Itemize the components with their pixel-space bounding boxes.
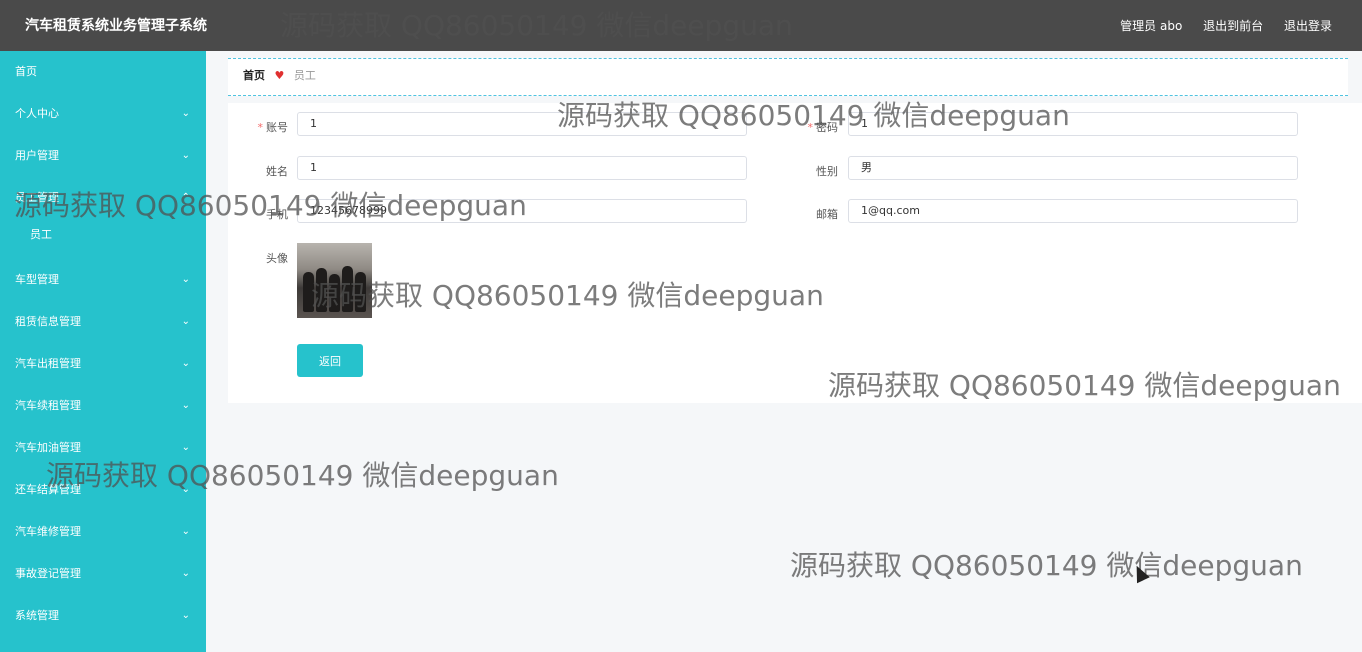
top-links: 管理员 abo 退出到前台 退出登录 [1103, 17, 1332, 34]
chevron-down-icon: ⌄ [181, 358, 190, 369]
sidebar-item-label: 汽车续租管理 [15, 399, 81, 412]
sidebar-item-user-management[interactable]: 用户管理 ⌄ [0, 135, 206, 177]
required-mark: * [807, 121, 814, 134]
sidebar-item-label: 个人中心 [15, 107, 59, 120]
sidebar-subitem-label: 员工 [30, 228, 52, 241]
name-label: 姓名 [266, 165, 288, 178]
watermark: 源码获取 QQ86050149 微信deepguan [790, 549, 1303, 582]
avatar-figure [329, 274, 340, 312]
sidebar-item-label: 汽车维修管理 [15, 525, 81, 538]
chevron-down-icon: ⌄ [181, 274, 190, 285]
logout-link[interactable]: 退出登录 [1284, 19, 1332, 33]
sidebar-item-label: 事故登记管理 [15, 567, 81, 580]
heart-icon: ♥ [274, 69, 285, 82]
breadcrumb-current: 员工 [293, 69, 316, 82]
chevron-down-icon: ⌄ [181, 610, 190, 621]
sidebar: 首页 个人中心 ⌄ 用户管理 ⌄ 员工管理 ⌃ 员工 车型管理 ⌄ 租赁信息管理… [0, 51, 206, 652]
sidebar-item-label: 还车结算管理 [15, 483, 81, 496]
sidebar-subitem-staff[interactable]: 员工 [0, 219, 206, 259]
top-header: 汽车租赁系统业务管理子系统 管理员 abo 退出到前台 退出登录 [0, 0, 1362, 51]
sidebar-item-label: 用户管理 [15, 149, 59, 162]
required-mark: * [257, 121, 264, 134]
avatar-figure [355, 272, 366, 312]
mouse-cursor-icon [1130, 562, 1150, 584]
chevron-down-icon: ⌄ [181, 400, 190, 411]
chevron-down-icon: ⌄ [181, 568, 190, 579]
email-field[interactable]: 1@qq.com [848, 199, 1298, 223]
staff-detail-form: * 账号 1 * 密码 1 姓名 1 性别 男 手机 12345678999 邮箱 … [228, 103, 1362, 403]
avatar-figure [303, 272, 314, 312]
chevron-down-icon: ⌄ [181, 108, 190, 119]
avatar-label: 头像 [266, 252, 288, 265]
admin-user-label[interactable]: 管理员 abo [1120, 19, 1182, 33]
chevron-down-icon: ⌄ [181, 150, 190, 161]
sidebar-item-label: 员工管理 [15, 191, 59, 204]
breadcrumb-home[interactable]: 首页 [243, 69, 265, 82]
chevron-down-icon: ⌄ [181, 484, 190, 495]
sidebar-item-personal-center[interactable]: 个人中心 ⌄ [0, 93, 206, 135]
app-title: 汽车租赁系统业务管理子系统 [25, 18, 207, 34]
gender-label: 性别 [816, 165, 838, 178]
breadcrumb: 首页 ♥ 员工 [228, 58, 1348, 96]
sidebar-item-label: 租赁信息管理 [15, 315, 81, 328]
account-field[interactable]: 1 [297, 112, 747, 136]
password-label: * 密码 [778, 119, 839, 135]
sidebar-item-repair[interactable]: 汽车维修管理 ⌄ [0, 511, 206, 553]
sidebar-item-system[interactable]: 系统管理 ⌄ [0, 595, 206, 637]
account-label: * 账号 [228, 119, 289, 135]
exit-to-front-link[interactable]: 退出到前台 [1203, 19, 1263, 33]
sidebar-item-staff-management[interactable]: 员工管理 ⌃ [0, 177, 206, 219]
name-field[interactable]: 1 [297, 156, 747, 180]
sidebar-item-label: 车型管理 [15, 273, 59, 286]
sidebar-item-label: 系统管理 [15, 609, 59, 622]
sidebar-item-return-settlement[interactable]: 还车结算管理 ⌄ [0, 469, 206, 511]
sidebar-item-lease-info[interactable]: 租赁信息管理 ⌄ [0, 301, 206, 343]
sidebar-item-refuel[interactable]: 汽车加油管理 ⌄ [0, 427, 206, 469]
sidebar-item-home[interactable]: 首页 [0, 51, 206, 93]
gender-field[interactable]: 男 [848, 156, 1298, 180]
chevron-down-icon: ⌄ [181, 442, 190, 453]
chevron-down-icon: ⌄ [181, 526, 190, 537]
sidebar-item-label: 汽车出租管理 [15, 357, 81, 370]
sidebar-item-accident[interactable]: 事故登记管理 ⌄ [0, 553, 206, 595]
sidebar-item-label: 汽车加油管理 [15, 441, 81, 454]
chevron-up-icon: ⌃ [181, 192, 190, 203]
sidebar-item-label: 首页 [15, 65, 37, 78]
chevron-down-icon: ⌄ [181, 316, 190, 327]
phone-label: 手机 [266, 208, 288, 221]
phone-field[interactable]: 12345678999 [297, 199, 747, 223]
password-field[interactable]: 1 [848, 112, 1298, 136]
avatar-figure [316, 268, 327, 312]
sidebar-item-car-type[interactable]: 车型管理 ⌄ [0, 259, 206, 301]
account-label-text: 账号 [266, 121, 288, 134]
sidebar-item-renewal[interactable]: 汽车续租管理 ⌄ [0, 385, 206, 427]
back-button[interactable]: 返回 [297, 344, 363, 377]
email-label: 邮箱 [816, 208, 838, 221]
avatar-figure [342, 266, 353, 312]
password-label-text: 密码 [816, 121, 838, 134]
sidebar-item-car-rental[interactable]: 汽车出租管理 ⌄ [0, 343, 206, 385]
avatar-image [297, 243, 372, 318]
